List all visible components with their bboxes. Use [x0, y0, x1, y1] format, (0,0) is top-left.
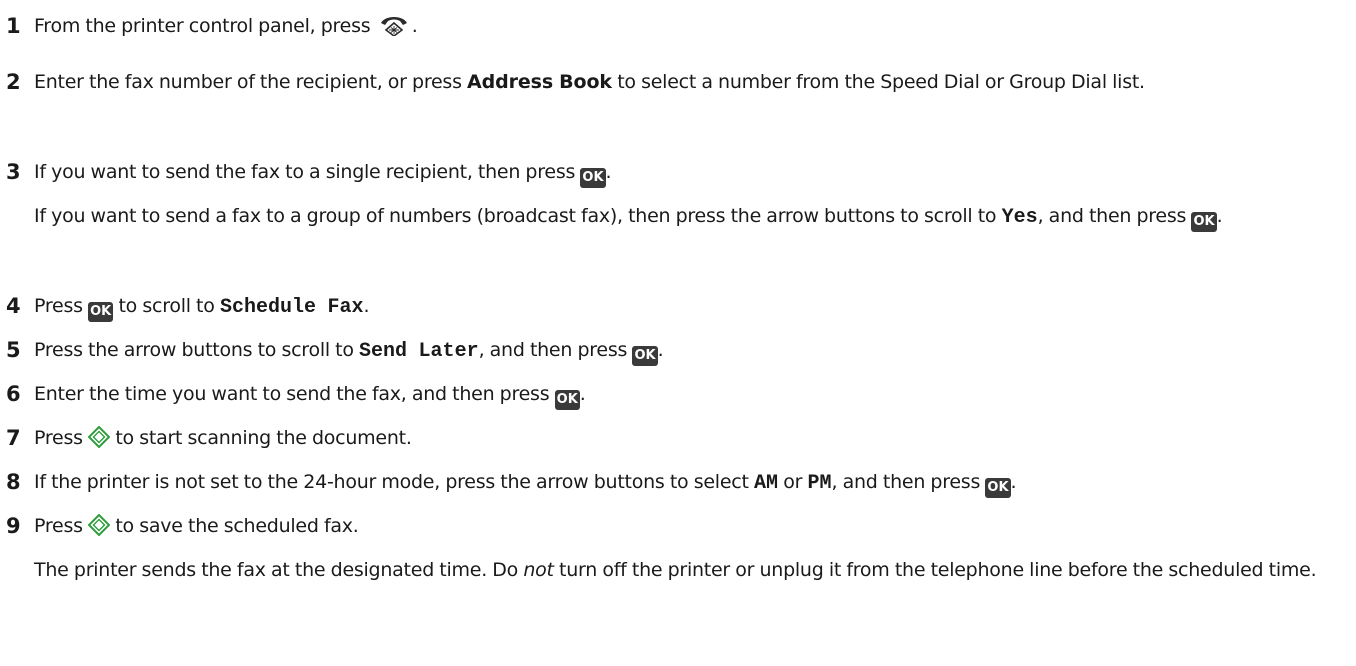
send-later-option: Send Later: [359, 340, 479, 363]
instruction-page: 1 From the printer control panel, press …: [0, 0, 1356, 666]
step-number: 4: [6, 294, 21, 318]
step-number: 5: [6, 338, 21, 362]
step-number: 7: [6, 426, 21, 450]
step-text-part: , and then press: [1037, 205, 1187, 227]
step-text-part: , and then press: [831, 471, 981, 493]
step-text-part: .: [1010, 471, 1017, 493]
step-number: 8: [6, 470, 21, 494]
step-text-part: The printer sends the fax at the designa…: [34, 559, 519, 581]
step-text-part: .: [657, 339, 664, 361]
start-diamond-icon: [88, 514, 111, 536]
step-text-part: .: [579, 383, 586, 405]
step-7: 7 Press to start scanning the document.: [6, 420, 1341, 456]
ok-button-icon: OK: [985, 478, 1011, 498]
ok-button-icon: OK: [580, 168, 606, 188]
start-diamond-icon: [88, 426, 111, 448]
step-text-part: to save the scheduled fax.: [115, 515, 359, 537]
am-option: AM: [753, 472, 778, 495]
step-4: 4 Press OK to scroll to Schedule Fax.: [6, 288, 1341, 326]
step-text-part: .: [1216, 205, 1223, 227]
step-text-part: .: [411, 15, 418, 37]
step-text: If you want to send a fax to a group of …: [6, 198, 1341, 236]
step-text: If the printer is not set to the 24-hour…: [6, 464, 1341, 502]
step-text-part: Press: [34, 427, 83, 449]
step-text: From the printer control panel, press .: [6, 8, 1341, 44]
step-text-part: Enter the fax number of the recipient, o…: [34, 71, 462, 93]
step-text-part: .: [363, 295, 370, 317]
step-text-part: If you want to send a fax to a group of …: [34, 205, 997, 227]
step-number: 2: [6, 70, 21, 94]
step-9: 9 Press to save the scheduled fax.: [6, 508, 1341, 544]
step-text-part: to scroll to: [118, 295, 215, 317]
step-number: 3: [6, 160, 21, 184]
step-text: Press the arrow buttons to scroll to Sen…: [6, 332, 1341, 370]
step-number: 1: [6, 14, 21, 38]
address-book-label: Address Book: [467, 71, 612, 93]
step-text-part: or: [783, 471, 803, 493]
step-text-part: If the printer is not set to the 24-hour…: [34, 471, 749, 493]
step-text: If you want to send the fax to a single …: [6, 154, 1341, 190]
ok-button-icon: OK: [632, 346, 658, 366]
step-text-part: Press: [34, 515, 83, 537]
step-text: Press OK to scroll to Schedule Fax.: [6, 288, 1341, 326]
step-text-part: From the printer control panel, press: [34, 15, 371, 37]
step-text-part: , and then press: [478, 339, 628, 361]
step-text-part: turn off the printer or unplug it from t…: [559, 559, 1317, 581]
step-text-part: to select a number from the Speed Dial o…: [617, 71, 1145, 93]
step-text: Enter the fax number of the recipient, o…: [6, 64, 1341, 100]
step-text-part: If you want to send the fax to a single …: [34, 161, 576, 183]
ok-button-icon: OK: [88, 302, 114, 322]
step-text: Press to save the scheduled fax.: [6, 508, 1341, 544]
ok-button-icon: OK: [554, 390, 580, 410]
step-number: 6: [6, 382, 21, 406]
step-5: 5 Press the arrow buttons to scroll to S…: [6, 332, 1341, 370]
fax-icon: [380, 17, 407, 36]
step-text: Press to start scanning the document.: [6, 420, 1341, 456]
step-6: 6 Enter the time you want to send the fa…: [6, 376, 1341, 412]
yes-option: Yes: [1001, 206, 1038, 229]
step-text: The printer sends the fax at the designa…: [6, 552, 1341, 588]
step-3-note: If you want to send a fax to a group of …: [6, 198, 1341, 236]
emphasis-not: not: [523, 559, 554, 581]
step-text: Enter the time you want to send the fax,…: [6, 376, 1341, 412]
step-9-note: The printer sends the fax at the designa…: [6, 552, 1341, 588]
ok-button-icon: OK: [1191, 212, 1217, 232]
step-number: 9: [6, 514, 21, 538]
pm-option: PM: [807, 472, 832, 495]
step-text-part: .: [605, 161, 612, 183]
step-text-part: Press: [34, 295, 83, 317]
step-2: 2 Enter the fax number of the recipient,…: [6, 64, 1341, 100]
step-3: 3 If you want to send the fax to a singl…: [6, 154, 1341, 190]
step-text-part: to start scanning the document.: [115, 427, 412, 449]
step-8: 8 If the printer is not set to the 24-ho…: [6, 464, 1341, 502]
step-text-part: Press the arrow buttons to scroll to: [34, 339, 354, 361]
step-text-part: Enter the time you want to send the fax,…: [34, 383, 550, 405]
step-1: 1 From the printer control panel, press …: [6, 8, 1341, 44]
schedule-fax-option: Schedule Fax: [219, 296, 364, 319]
